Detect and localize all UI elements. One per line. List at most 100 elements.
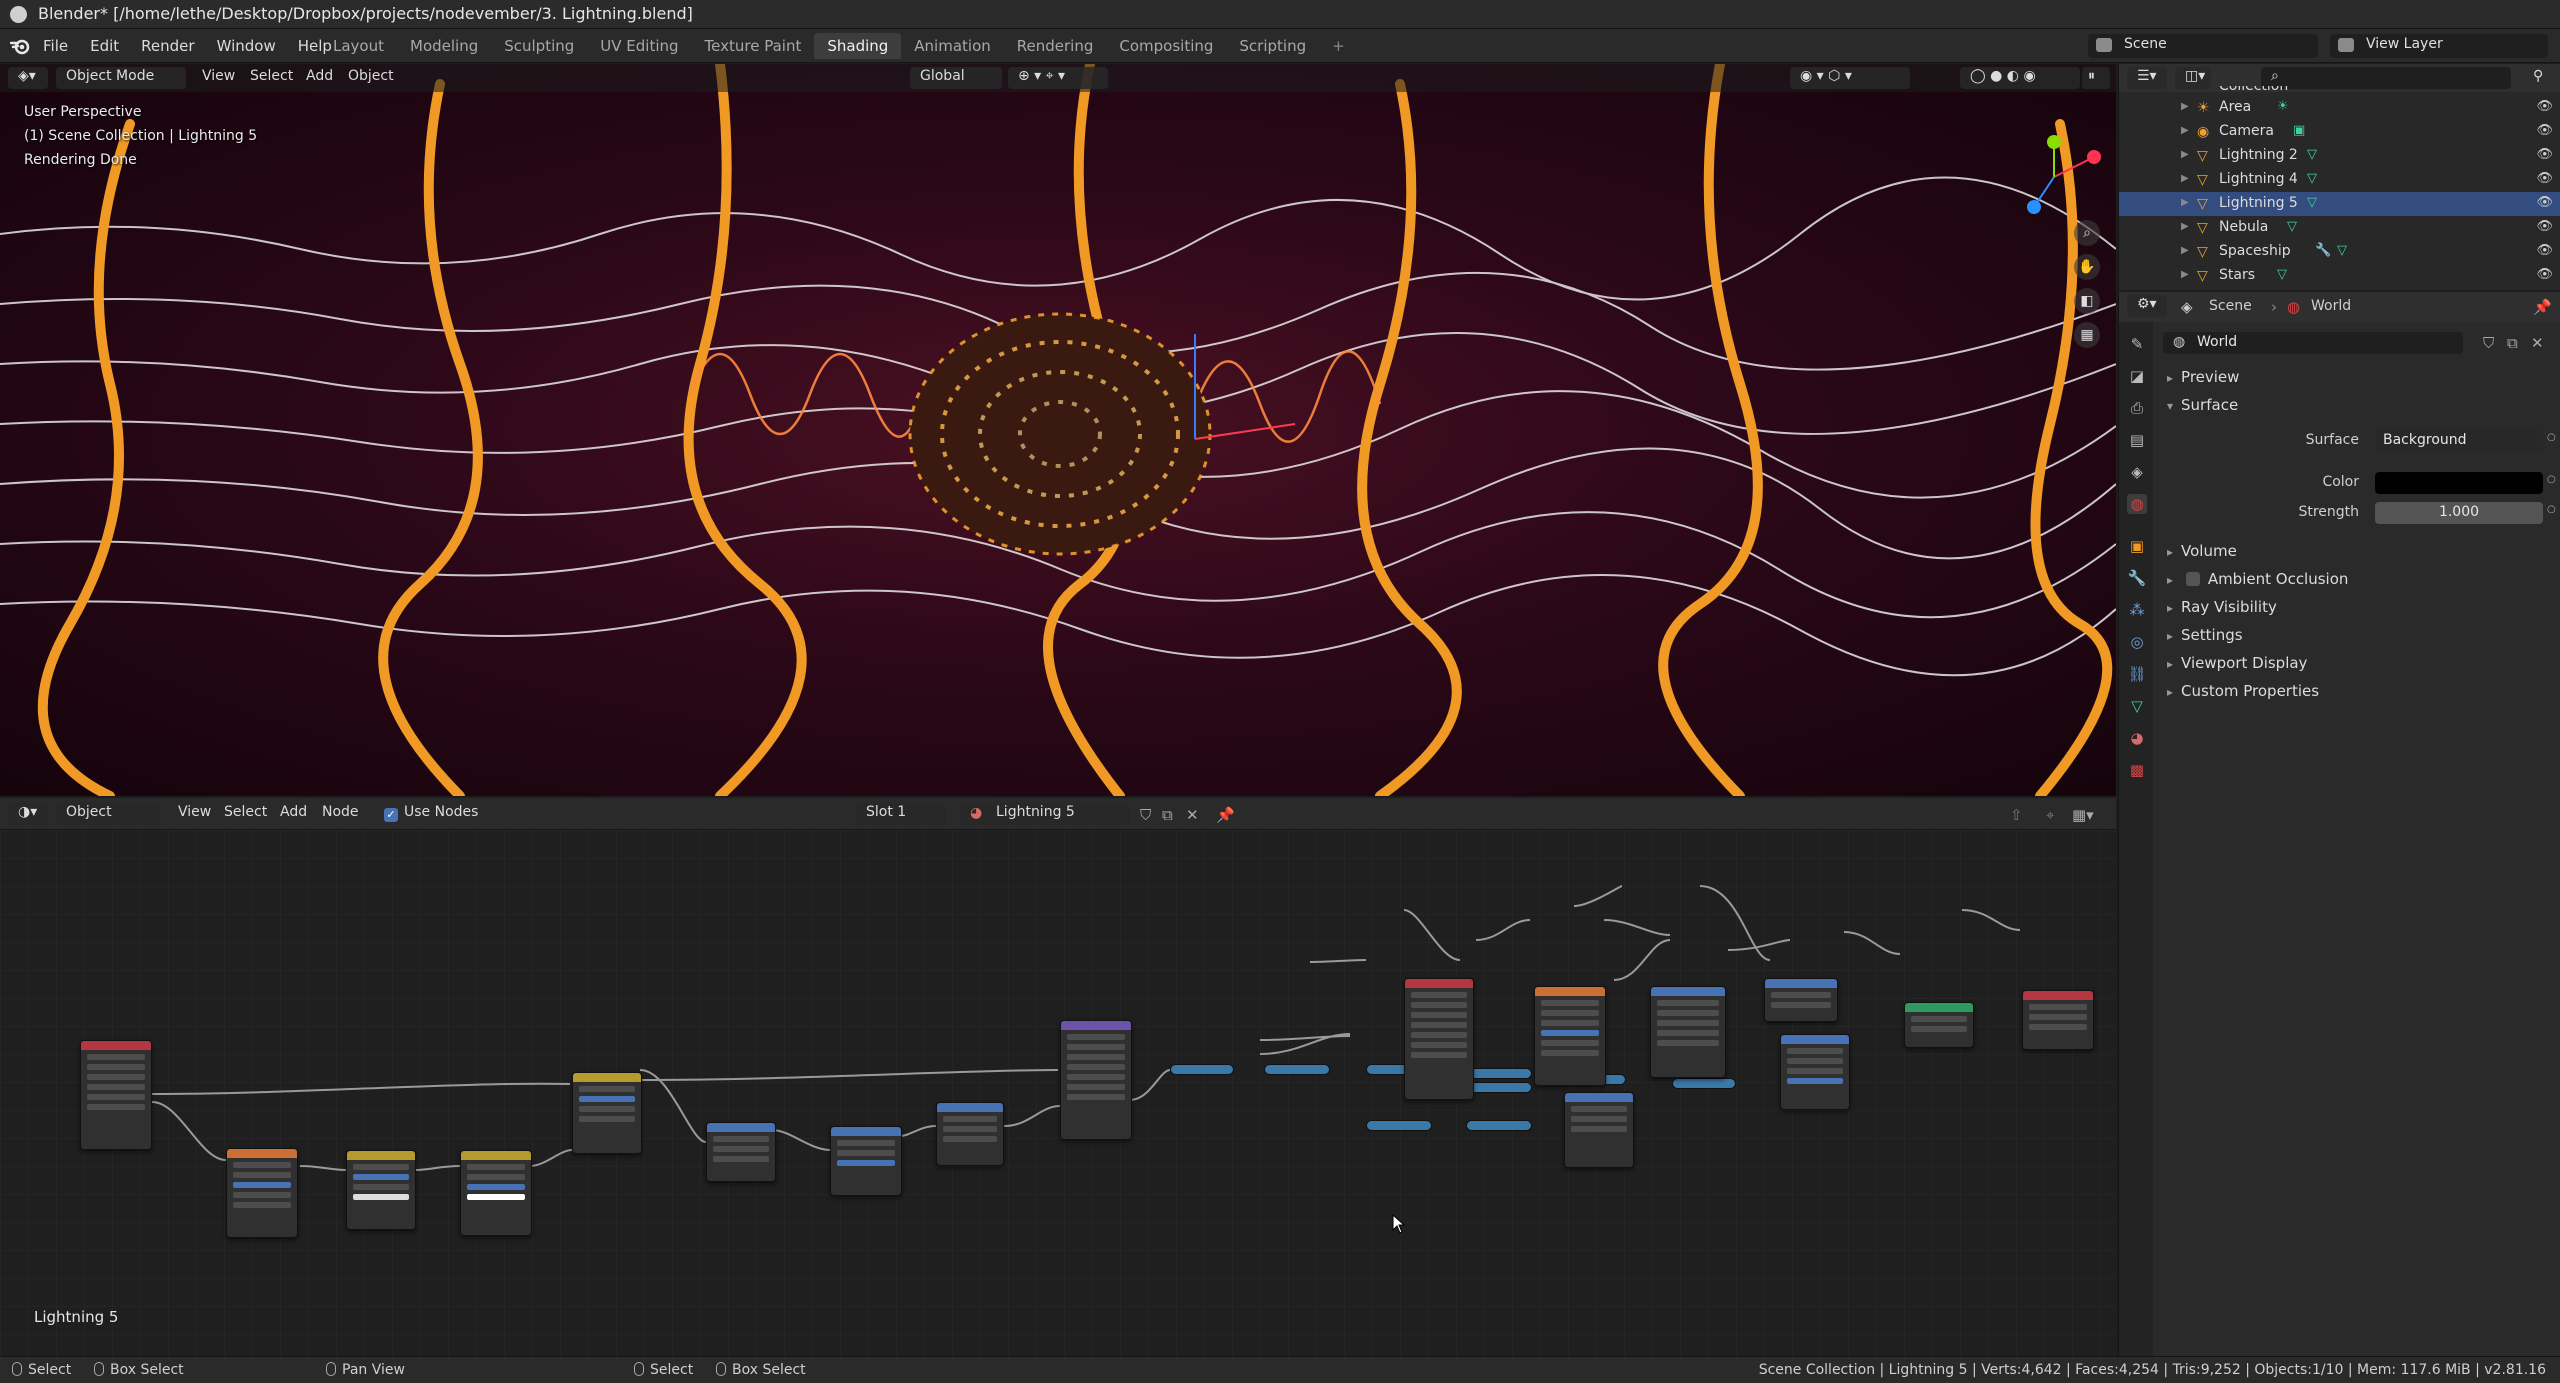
node-mapping[interactable] [1060,1020,1132,1140]
pause-render-button[interactable]: ⏸ [2082,67,2110,89]
outliner-item-lightning-2[interactable]: ▶ ▽ Lightning 2 ▽ 👁 [2119,144,2560,168]
blender-logo-icon[interactable] [10,37,30,55]
node-normalize[interactable] [1366,1120,1432,1131]
color-swatch[interactable] [2375,472,2543,494]
section-settings[interactable]: Settings [2167,626,2243,644]
world-tab-icon[interactable]: ◍ [2127,494,2147,514]
view-layer-tab-icon[interactable]: ▤ [2127,430,2147,450]
outliner-item-collection[interactable]: Collection [2119,86,2560,96]
node-math-multiply[interactable] [830,1126,902,1196]
visibility-eye-icon[interactable]: 👁 [2536,171,2553,186]
world-datablock-field[interactable]: ◍ World [2163,332,2463,354]
visibility-eye-icon[interactable]: 👁 [2536,219,2553,234]
viewport-overlays-controls[interactable]: ◉ ▾ ⬡ ▾ [1790,67,1910,89]
breadcrumb-scene[interactable]: Scene [2209,298,2252,314]
expand-arrow-icon[interactable]: ▶ [2181,173,2189,184]
node-mix-add[interactable] [572,1072,642,1154]
parent-node-tree-icon[interactable]: ⇧ [2010,806,2023,824]
texture-tab-icon[interactable]: ▩ [2127,760,2147,780]
tab-texture-paint[interactable]: Texture Paint [692,33,815,59]
shader-node-editor[interactable]: ◑▾ Object View Select Add Node ✓ Use Node… [0,798,2116,1356]
pin-icon[interactable]: 📌 [2533,298,2552,316]
use-nodes-checkbox[interactable]: ✓ [384,808,398,822]
node-greater-than[interactable] [1466,1068,1532,1079]
link-socket-icon[interactable]: ○ [2547,504,2556,515]
fake-user-shield-icon[interactable]: ⛉ [2483,334,2494,352]
outliner-item-spaceship[interactable]: ▶ ▽ Spaceship 🔧 ▽ 👁 [2119,240,2560,264]
outliner-item-area[interactable]: ▶ ☀ Area ☀ 👁 [2119,96,2560,120]
visibility-eye-icon[interactable]: 👁 [2536,243,2553,258]
link-socket-icon[interactable]: ○ [2547,432,2556,443]
pin-icon[interactable]: 📌 [1216,806,1235,824]
shader-type-dropdown[interactable]: Object [56,803,160,825]
node-math-multiply-4[interactable] [1780,1034,1850,1110]
expand-arrow-icon[interactable]: ▶ [2181,221,2189,232]
tab-shading[interactable]: Shading [814,33,902,59]
tab-animation[interactable]: Animation [901,33,1003,59]
node-emission[interactable] [1904,1002,1974,1048]
outliner-item-nebula[interactable]: ▶ ▽ Nebula ▽ 👁 [2119,216,2560,240]
camera-view-icon[interactable]: ◧ [2074,288,2100,314]
node-combine-xyz-reroute[interactable] [1264,1064,1330,1075]
physics-tab-icon[interactable]: ◎ [2127,632,2147,652]
expand-arrow-icon[interactable]: ▶ [2181,149,2189,160]
tab-scripting[interactable]: Scripting [1226,33,1319,59]
visibility-eye-icon[interactable]: 👁 [2536,195,2553,210]
menu-window[interactable]: Window [206,37,287,55]
node-texture-coordinate[interactable] [80,1040,152,1150]
breadcrumb-world[interactable]: World [2311,298,2351,314]
object-tab-icon[interactable]: ▣ [2127,536,2147,556]
node-mix-multiply[interactable] [460,1150,532,1236]
duplicate-world-icon[interactable]: ⧉ [2507,334,2518,352]
expand-arrow-icon[interactable]: ▶ [2181,197,2189,208]
navigation-gizmo[interactable] [2014,132,2104,222]
strength-slider[interactable]: 1.000 [2375,502,2543,524]
tab-compositing[interactable]: Compositing [1106,33,1226,59]
object-data-tab-icon[interactable]: ▽ [2127,696,2147,716]
node-combine-xyz[interactable] [936,1102,1004,1166]
menu-edit[interactable]: Edit [79,37,130,55]
expand-arrow-icon[interactable]: ▶ [2181,125,2189,136]
material-slot-dropdown[interactable]: Slot 1 [856,803,946,825]
unlink-world-icon[interactable]: ✕ [2531,334,2544,352]
visibility-eye-icon[interactable]: 👁 [2536,267,2553,282]
snap-icon[interactable]: ⌖ [2046,806,2054,824]
section-volume[interactable]: Volume [2167,542,2237,560]
editor-type-button[interactable]: ◈▾ [8,67,48,89]
scene-selector[interactable]: Scene [2088,34,2318,58]
tab-modeling[interactable]: Modeling [397,33,491,59]
viewport-shading-buttons[interactable]: ◯ ● ◐ ◉ [1960,67,2080,89]
material-tab-icon[interactable]: ◕ [2127,728,2147,748]
tab-layout[interactable]: Layout [320,33,397,59]
tab-uv-editing[interactable]: UV Editing [587,33,691,59]
add-workspace-button[interactable]: + [1319,33,1358,59]
ortho-toggle-icon[interactable]: ▦ [2074,322,2100,348]
snap-mode-icon[interactable]: ▦▾ [2072,806,2094,824]
node-material-output[interactable] [2022,990,2094,1050]
viewport-menu-object[interactable]: Object [338,67,404,89]
node-greater-than-2[interactable] [1564,1092,1634,1168]
constraints-tab-icon[interactable]: ⛓ [2127,664,2147,684]
node-menu-select[interactable]: Select [214,803,277,825]
node-mix-subtract[interactable] [346,1150,416,1230]
section-preview[interactable]: Preview [2167,368,2239,386]
node-noise-texture[interactable] [226,1148,298,1238]
output-tab-icon[interactable]: ⎙ [2127,398,2147,418]
material-datablock-field[interactable]: ◕ Lightning 5 [960,803,1130,825]
node-math-multiply-3[interactable] [1672,1078,1736,1089]
node-menu-node[interactable]: Node [312,803,369,825]
tool-tab-icon[interactable]: ✎ [2127,334,2147,354]
duplicate-material-icon[interactable]: ⧉ [1162,806,1173,824]
pan-view-icon[interactable]: ✋ [2074,254,2100,280]
node-separate-xyz[interactable] [706,1122,776,1182]
surface-shader-dropdown[interactable]: Background [2375,430,2543,452]
tab-rendering[interactable]: Rendering [1004,33,1107,59]
node-less-than[interactable] [1466,1082,1532,1093]
viewport-menu-view[interactable]: View [192,67,245,89]
viewport-menu-select[interactable]: Select [240,67,303,89]
fake-user-shield-icon[interactable]: ⛉ [1140,806,1151,824]
expand-arrow-icon[interactable]: ▶ [2181,269,2189,280]
section-ray-visibility[interactable]: Ray Visibility [2167,598,2277,616]
modifier-tab-icon[interactable]: 🔧 [2127,568,2147,588]
expand-arrow-icon[interactable]: ▶ [2181,245,2189,256]
